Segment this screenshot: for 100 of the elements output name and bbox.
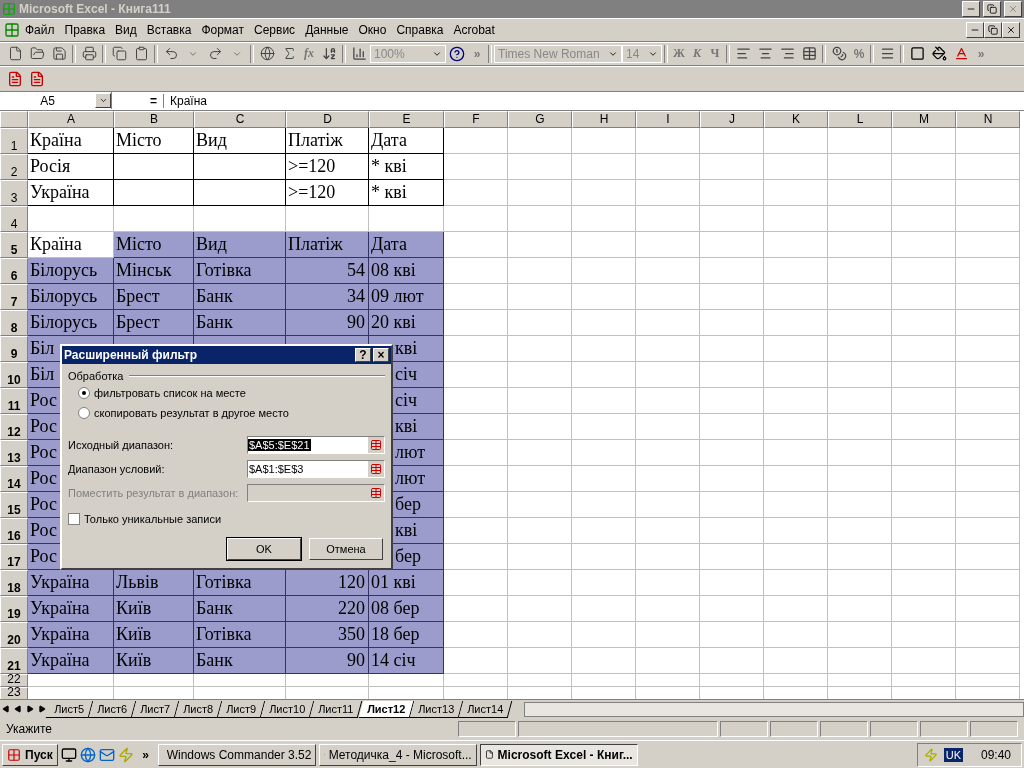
new-file-icon[interactable] bbox=[7, 46, 23, 62]
radio-button[interactable] bbox=[78, 407, 90, 419]
table-cell bbox=[892, 283, 956, 310]
row-header[interactable]: 1 bbox=[0, 127, 28, 154]
menu-item[interactable]: Вставка bbox=[141, 20, 197, 39]
row-header[interactable]: 15 bbox=[0, 491, 28, 518]
sheet-tab[interactable]: Лист9 bbox=[217, 700, 266, 718]
sheet-tab[interactable]: Лист14 bbox=[458, 700, 513, 718]
row-header[interactable]: 5 bbox=[0, 231, 28, 258]
pdf-icon[interactable] bbox=[7, 70, 23, 87]
borders-icon[interactable] bbox=[909, 46, 925, 62]
menu-item[interactable]: Acrobat bbox=[448, 20, 500, 39]
restore-button[interactable] bbox=[984, 21, 1002, 38]
help-button[interactable]: ? bbox=[355, 348, 371, 362]
indent-icon[interactable] bbox=[879, 46, 895, 62]
formula-field[interactable]: Країна bbox=[164, 93, 207, 108]
sheet-tab[interactable]: Лист7 bbox=[131, 700, 180, 718]
menu-item[interactable]: Данные bbox=[300, 20, 354, 39]
minimize-button[interactable] bbox=[966, 21, 984, 38]
row-header[interactable]: 11 bbox=[0, 387, 28, 414]
workbook-icon[interactable] bbox=[4, 21, 20, 38]
range-field[interactable]: $A$1:$E$3 bbox=[247, 460, 385, 478]
name-box[interactable]: A5 bbox=[0, 92, 112, 110]
taskbar-button[interactable]: Windows Commander 3.52 bbox=[157, 743, 316, 766]
copy-icon[interactable] bbox=[111, 46, 127, 62]
align-right-icon[interactable] bbox=[779, 46, 795, 62]
redo-icon[interactable] bbox=[207, 46, 223, 62]
range-picker-icon[interactable] bbox=[370, 463, 382, 475]
menu-item[interactable]: Вид bbox=[110, 20, 142, 39]
open-folder-icon[interactable] bbox=[29, 46, 45, 62]
row-header[interactable]: 21 bbox=[0, 647, 28, 674]
pdf-icon[interactable] bbox=[29, 70, 45, 87]
checkbox[interactable] bbox=[68, 513, 80, 525]
sheet-tab[interactable]: Лист11 bbox=[310, 700, 363, 718]
table-cell bbox=[892, 387, 956, 414]
range-picker-icon[interactable] bbox=[370, 487, 382, 499]
range-field[interactable]: $A$5:$E$21 bbox=[247, 436, 385, 454]
row-header[interactable]: 13 bbox=[0, 439, 28, 466]
taskbar-button[interactable]: Microsoft Excel - Книг... bbox=[479, 743, 638, 766]
dialog-button[interactable]: Отмена bbox=[309, 538, 383, 560]
dialog-button[interactable]: OK bbox=[227, 538, 301, 560]
chart-icon[interactable] bbox=[351, 46, 367, 62]
row-header[interactable]: 3 bbox=[0, 179, 28, 206]
row-header[interactable]: 19 bbox=[0, 595, 28, 622]
coins-icon[interactable] bbox=[831, 46, 847, 62]
sort-icon[interactable] bbox=[321, 46, 337, 62]
desktop-icon[interactable] bbox=[60, 746, 77, 763]
fill-color-icon[interactable] bbox=[931, 46, 947, 62]
save-icon[interactable] bbox=[51, 46, 67, 62]
row-header[interactable]: 4 bbox=[0, 205, 28, 232]
align-center-icon[interactable] bbox=[757, 46, 773, 62]
close-button[interactable] bbox=[1004, 1, 1022, 17]
menu-item[interactable]: Справка bbox=[391, 20, 449, 39]
row-header[interactable]: 14 bbox=[0, 465, 28, 492]
menu-item[interactable]: Файл bbox=[20, 20, 60, 39]
row-header[interactable]: 12 bbox=[0, 413, 28, 440]
row-header[interactable]: 17 bbox=[0, 543, 28, 570]
range-field[interactable] bbox=[247, 484, 385, 502]
sheet-tab[interactable]: Лист13 bbox=[409, 700, 464, 718]
row-header[interactable]: 2 bbox=[0, 153, 28, 180]
minimize-button[interactable] bbox=[962, 1, 980, 17]
row-header[interactable]: 9 bbox=[0, 335, 28, 362]
radio-button[interactable] bbox=[78, 387, 90, 399]
menu-item[interactable]: Формат bbox=[196, 20, 250, 39]
row-header[interactable]: 20 bbox=[0, 621, 28, 648]
row-header[interactable]: 18 bbox=[0, 569, 28, 596]
row-header[interactable]: 7 bbox=[0, 283, 28, 310]
row-header[interactable]: 8 bbox=[0, 309, 28, 336]
sheet-tab[interactable]: Лист5 bbox=[45, 700, 94, 718]
start-button[interactable]: Пуск bbox=[2, 743, 58, 766]
align-left-icon[interactable] bbox=[735, 46, 751, 62]
mail-icon[interactable] bbox=[98, 746, 115, 763]
merge-cells-icon[interactable] bbox=[801, 46, 817, 62]
taskbar-button[interactable]: Методичка_4 - Microsoft... bbox=[318, 743, 477, 766]
language-indicator[interactable]: UK bbox=[943, 747, 963, 762]
table-cell bbox=[828, 543, 892, 570]
restore-button[interactable] bbox=[983, 1, 1001, 17]
sheet-tab[interactable]: Лист12 bbox=[358, 700, 415, 718]
sheet-tab[interactable]: Лист6 bbox=[88, 700, 137, 718]
close-button[interactable] bbox=[1002, 21, 1020, 38]
undo-icon[interactable] bbox=[163, 46, 179, 62]
row-header[interactable]: 6 bbox=[0, 257, 28, 284]
horizontal-scrollbar[interactable] bbox=[524, 701, 1024, 717]
close-button[interactable]: × bbox=[373, 348, 389, 362]
paste-icon[interactable] bbox=[133, 46, 149, 62]
menu-item[interactable]: Правка bbox=[59, 20, 111, 39]
table-cell bbox=[636, 127, 700, 154]
more-button[interactable]: » bbox=[136, 747, 155, 762]
sheet-tab[interactable]: Лист8 bbox=[174, 700, 223, 718]
globe-icon[interactable] bbox=[259, 46, 275, 62]
font-color-icon[interactable] bbox=[953, 46, 969, 62]
menu-item[interactable]: Сервис bbox=[249, 20, 301, 39]
browser-icon[interactable] bbox=[79, 746, 96, 763]
range-picker-icon[interactable] bbox=[370, 439, 382, 451]
row-header[interactable]: 10 bbox=[0, 361, 28, 388]
row-header[interactable]: 16 bbox=[0, 517, 28, 544]
help-icon[interactable] bbox=[449, 45, 465, 62]
menu-item[interactable]: Окно bbox=[353, 20, 392, 39]
printer-icon[interactable] bbox=[81, 46, 97, 62]
sheet-tab[interactable]: Лист10 bbox=[260, 700, 315, 718]
